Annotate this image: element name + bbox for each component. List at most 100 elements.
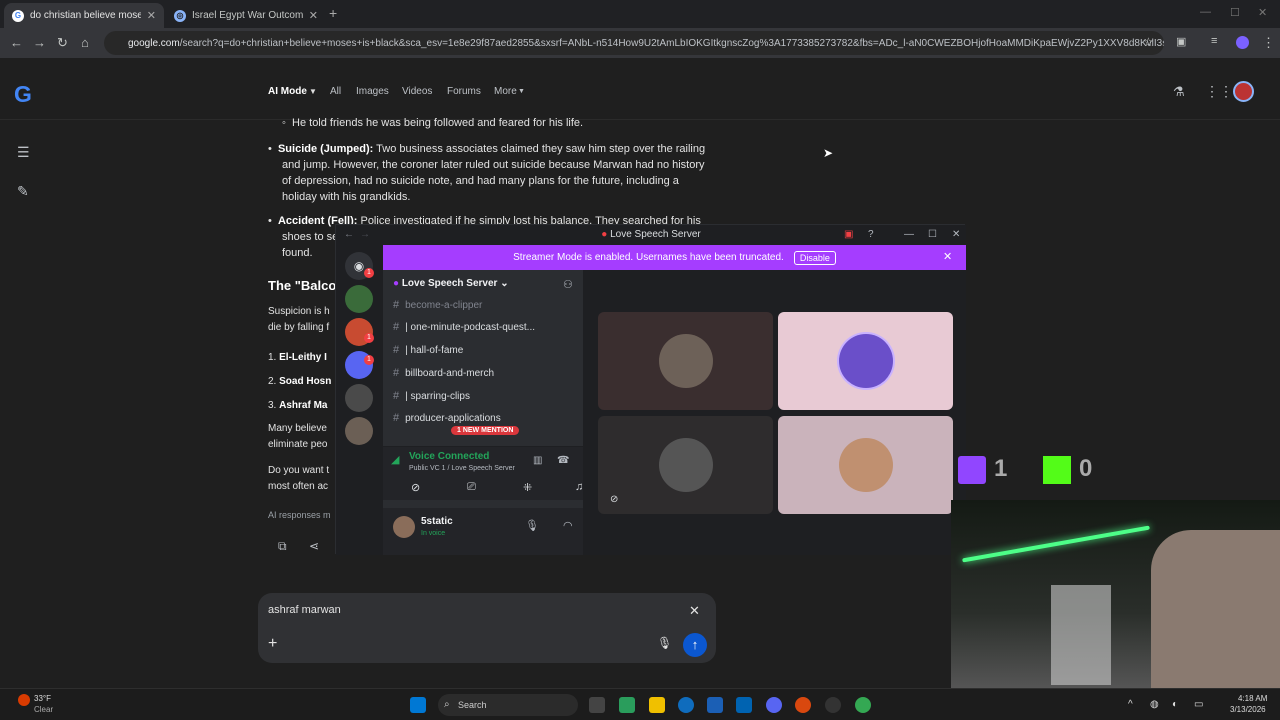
maximize-icon[interactable]: ☐ bbox=[928, 225, 937, 245]
invite-icon[interactable]: ⚇ bbox=[563, 278, 573, 291]
clear-icon[interactable]: ✕ bbox=[689, 603, 700, 619]
minimize-icon[interactable]: — bbox=[904, 225, 914, 245]
close-icon[interactable]: ✕ bbox=[952, 225, 960, 245]
google-logo-icon[interactable]: G bbox=[14, 82, 38, 106]
tray-chevron-icon[interactable]: ^ bbox=[1128, 699, 1133, 710]
server-icon[interactable] bbox=[345, 285, 373, 313]
chrome-icon[interactable] bbox=[855, 697, 871, 713]
notification-badge: 1 bbox=[364, 355, 374, 365]
activities-icon[interactable]: ⁜ bbox=[523, 481, 532, 494]
app-icon[interactable] bbox=[795, 697, 811, 713]
store-icon[interactable] bbox=[707, 697, 723, 713]
address-bar[interactable]: google.com/search?q=do+christian+believe… bbox=[104, 31, 1164, 55]
speaker-icon[interactable]: ◐ bbox=[1172, 699, 1178, 710]
nav-ai-mode[interactable]: AI Mode bbox=[268, 86, 307, 97]
soundboard-icon[interactable]: ♫ bbox=[575, 481, 583, 493]
clock-date[interactable]: 3/13/2026 bbox=[1230, 705, 1266, 714]
network-icon[interactable]: ◍ bbox=[1150, 699, 1159, 710]
help-icon[interactable]: ? bbox=[868, 225, 874, 245]
send-arrow-icon[interactable]: ↑ bbox=[683, 633, 707, 657]
participant-tile[interactable]: ⊘ bbox=[598, 416, 773, 514]
nav-more[interactable]: More bbox=[494, 86, 517, 97]
voice-status[interactable]: Voice Connected bbox=[409, 451, 489, 462]
channel-item[interactable]: # | hall-of-fame bbox=[393, 344, 463, 356]
new-tab-icon[interactable]: + bbox=[329, 5, 337, 21]
browser-menu-icon[interactable]: ⋮ bbox=[1262, 35, 1275, 51]
windows-start-icon[interactable] bbox=[410, 697, 426, 713]
profile-icon[interactable] bbox=[1236, 36, 1249, 49]
microphone-icon[interactable]: 🎙 bbox=[657, 636, 672, 650]
server-icon[interactable] bbox=[345, 384, 373, 412]
tab-active[interactable]: G do christian believe moses is bl ✕ bbox=[4, 3, 164, 28]
participant-tile[interactable] bbox=[598, 312, 773, 410]
avatar bbox=[658, 334, 713, 388]
close-tab-icon[interactable]: ✕ bbox=[147, 9, 156, 22]
noise-suppression-icon[interactable]: ▥ bbox=[533, 455, 542, 466]
taskbar-search[interactable]: ⌕ Search bbox=[438, 694, 578, 716]
close-tab-icon[interactable]: ✕ bbox=[309, 9, 318, 22]
reload-icon[interactable]: ↻ bbox=[57, 35, 68, 51]
apps-grid-icon[interactable]: ⋮⋮ bbox=[1205, 83, 1233, 100]
participant-tile[interactable] bbox=[778, 416, 953, 514]
weather-icon[interactable] bbox=[18, 694, 30, 706]
nav-videos[interactable]: Videos bbox=[402, 86, 432, 97]
minimize-icon[interactable]: — bbox=[1200, 6, 1211, 18]
bookmark-star-icon[interactable]: ☆ bbox=[1143, 35, 1154, 49]
url-host: google.com bbox=[128, 37, 180, 49]
obs-icon[interactable] bbox=[825, 697, 841, 713]
camera-off-icon[interactable]: ⊘ bbox=[411, 481, 420, 494]
add-plus-icon[interactable]: + bbox=[268, 635, 277, 653]
headphones-icon[interactable]: ◠ bbox=[563, 519, 573, 532]
channel-item[interactable]: # producer-applications bbox=[393, 412, 501, 424]
account-avatar[interactable] bbox=[1233, 81, 1254, 102]
tab-inactive[interactable]: ◎ Israel Egypt War Outcome ✕ bbox=[166, 3, 326, 28]
copy-icon[interactable]: ⧉ bbox=[278, 539, 287, 554]
prompt-input[interactable]: ashraf marwan bbox=[268, 604, 341, 616]
server-name-header[interactable]: ● Love Speech Server ⌄ bbox=[393, 278, 509, 289]
forward-arrow-icon[interactable]: → bbox=[360, 225, 370, 245]
nav-forums[interactable]: Forums bbox=[447, 86, 481, 97]
maximize-icon[interactable]: ☐ bbox=[1230, 6, 1240, 19]
channel-item[interactable]: # billboard-and-merch bbox=[393, 367, 494, 379]
new-chat-edit-icon[interactable]: ✎ bbox=[17, 183, 29, 200]
screen-share-icon[interactable]: ⎚ bbox=[467, 481, 476, 494]
share-icon[interactable]: ⋖ bbox=[309, 539, 319, 553]
clock-time[interactable]: 4:18 AM bbox=[1238, 694, 1267, 703]
home-icon[interactable]: ⌂ bbox=[81, 35, 89, 50]
numbered-list: 1. El-Leithy I 2. Soad Hosn 3. Ashraf Ma bbox=[268, 352, 332, 411]
ai-prompt-box[interactable]: ashraf marwan ✕ + 🎙 ↑ bbox=[258, 593, 716, 663]
back-arrow-icon[interactable]: ← bbox=[344, 225, 354, 245]
avatar[interactable] bbox=[393, 516, 415, 538]
file-explorer-icon[interactable] bbox=[649, 697, 665, 713]
new-mention-pill[interactable]: 1 NEW MENTION bbox=[451, 426, 520, 435]
inbox-icon[interactable]: ▣ bbox=[844, 225, 853, 245]
nav-images[interactable]: Images bbox=[356, 86, 389, 97]
server-icon[interactable] bbox=[345, 417, 373, 445]
close-banner-icon[interactable]: ✕ bbox=[943, 250, 952, 263]
battery-icon[interactable]: ▭ bbox=[1194, 699, 1203, 710]
mail-icon[interactable] bbox=[736, 697, 752, 713]
channel-item[interactable]: # | one-minute-podcast-quest... bbox=[393, 321, 535, 333]
discord-window-title: Love Speech Server bbox=[610, 229, 701, 240]
microphone-icon[interactable]: 🎙 bbox=[525, 519, 539, 532]
username[interactable]: 5static bbox=[421, 516, 453, 527]
participant-tile[interactable] bbox=[778, 312, 953, 410]
disable-button[interactable]: Disable bbox=[793, 250, 836, 265]
widgets-icon[interactable] bbox=[619, 697, 635, 713]
nav-all[interactable]: All bbox=[330, 86, 341, 97]
extension-icon[interactable]: ▣ bbox=[1176, 35, 1186, 48]
forward-icon[interactable]: → bbox=[33, 35, 46, 50]
edge-icon[interactable] bbox=[678, 697, 694, 713]
close-window-icon[interactable]: ✕ bbox=[1258, 6, 1267, 19]
voice-channel-name[interactable]: Public VC 1 / Love Speech Server bbox=[409, 465, 515, 472]
channel-item[interactable]: # | sparring-clips bbox=[393, 390, 470, 402]
channel-item[interactable]: # become-a-clipper bbox=[393, 299, 482, 311]
back-icon[interactable]: ← bbox=[10, 35, 23, 50]
media-icon[interactable]: ≡ bbox=[1211, 35, 1217, 47]
task-view-icon[interactable] bbox=[589, 697, 605, 713]
discord-taskbar-icon[interactable] bbox=[766, 697, 782, 713]
labs-flask-icon[interactable]: ⚗ bbox=[1173, 84, 1185, 100]
history-list-icon[interactable]: ☰ bbox=[17, 144, 30, 161]
disconnect-icon[interactable]: ☎ bbox=[557, 455, 569, 466]
discord-window: ← → ● Love Speech Server ▣ ? — ☐ ✕ ◉ 1 1… bbox=[335, 224, 966, 555]
